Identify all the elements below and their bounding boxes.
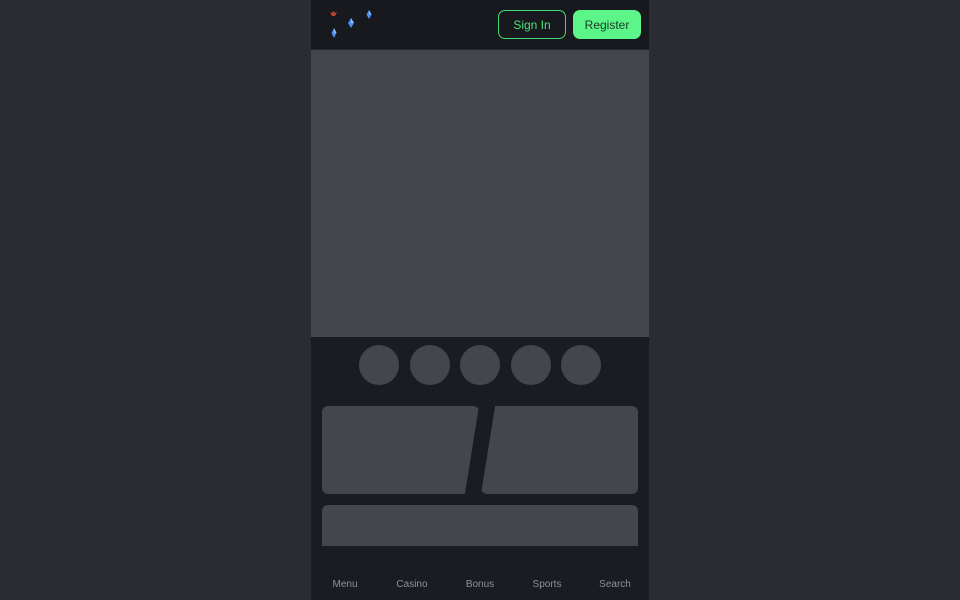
content-card-placeholder[interactable]	[322, 505, 638, 546]
gem-logo-icon	[330, 10, 372, 38]
promo-card-right[interactable]	[481, 406, 638, 494]
nav-item-search[interactable]: Search	[581, 579, 649, 590]
nav-item-sports[interactable]: Sports	[513, 579, 581, 590]
category-shortcut[interactable]	[460, 345, 500, 385]
category-shortcuts	[311, 345, 649, 385]
mobile-app-frame: Sign In Register Menu Casino Bonus Sport…	[311, 0, 649, 600]
nav-item-bonus[interactable]: Bonus	[446, 579, 514, 590]
category-shortcut[interactable]	[410, 345, 450, 385]
nav-item-casino[interactable]: Casino	[378, 579, 446, 590]
nav-item-menu[interactable]: Menu	[311, 579, 379, 590]
register-button[interactable]: Register	[573, 10, 641, 39]
category-shortcut[interactable]	[359, 345, 399, 385]
top-header: Sign In Register	[311, 0, 649, 50]
hero-banner-placeholder[interactable]	[311, 50, 649, 337]
sign-in-button[interactable]: Sign In	[498, 10, 566, 39]
category-shortcut[interactable]	[561, 345, 601, 385]
bottom-navigation: Menu Casino Bonus Sports Search	[311, 546, 649, 600]
site-logo[interactable]	[325, 6, 379, 42]
category-shortcut[interactable]	[511, 345, 551, 385]
promo-card-left[interactable]	[322, 406, 479, 494]
